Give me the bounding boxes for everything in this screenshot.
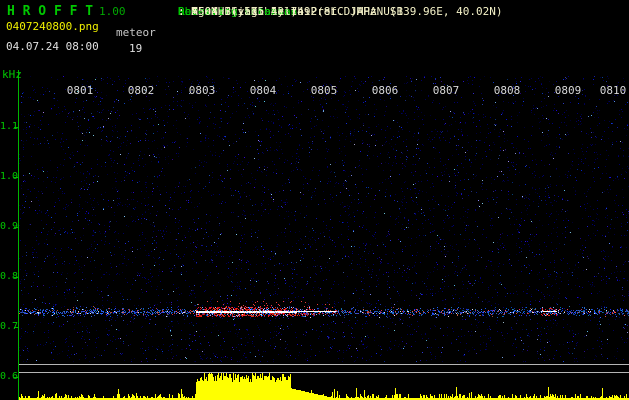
- time-label-0801: 0801: [66, 84, 94, 97]
- time-label-0810: 0810: [599, 84, 627, 97]
- app-version: 1.00: [99, 5, 126, 18]
- freq-label-0.6: 0.6: [0, 371, 19, 382]
- time-label-0806: 0806: [371, 84, 399, 97]
- time-label-0807: 0807: [432, 84, 460, 97]
- freq-label-0.7: 0.7: [0, 321, 19, 332]
- freq-label-1.1: 1.1: [0, 121, 19, 132]
- time-label-0805: 0805: [310, 84, 338, 97]
- datetime-label: 04.07.24 08:00: [6, 40, 99, 53]
- freq-label-0.8: 0.8: [0, 271, 19, 282]
- mode-label: meteor: [116, 26, 156, 39]
- time-label-0804: 0804: [249, 84, 277, 97]
- time-label-0808: 0808: [493, 84, 521, 97]
- echo-count: 19: [129, 42, 143, 55]
- freq-axis-unit: kHz: [2, 68, 22, 81]
- time-label-0802: 0802: [127, 84, 155, 97]
- time-label-0803: 0803: [188, 84, 216, 97]
- app-title: H R O F F T: [7, 4, 94, 19]
- overlay: H R O F F T 1.00 0407240800.png meteor 0…: [0, 0, 629, 400]
- freq-label-0.9: 0.9: [0, 221, 19, 232]
- output-filename: 0407240800.png: [6, 20, 99, 33]
- freq-label-1.0: 1.0: [0, 171, 19, 182]
- time-label-0809: 0809: [554, 84, 582, 97]
- info-value: : A504HB(yagi 4el): [178, 5, 298, 18]
